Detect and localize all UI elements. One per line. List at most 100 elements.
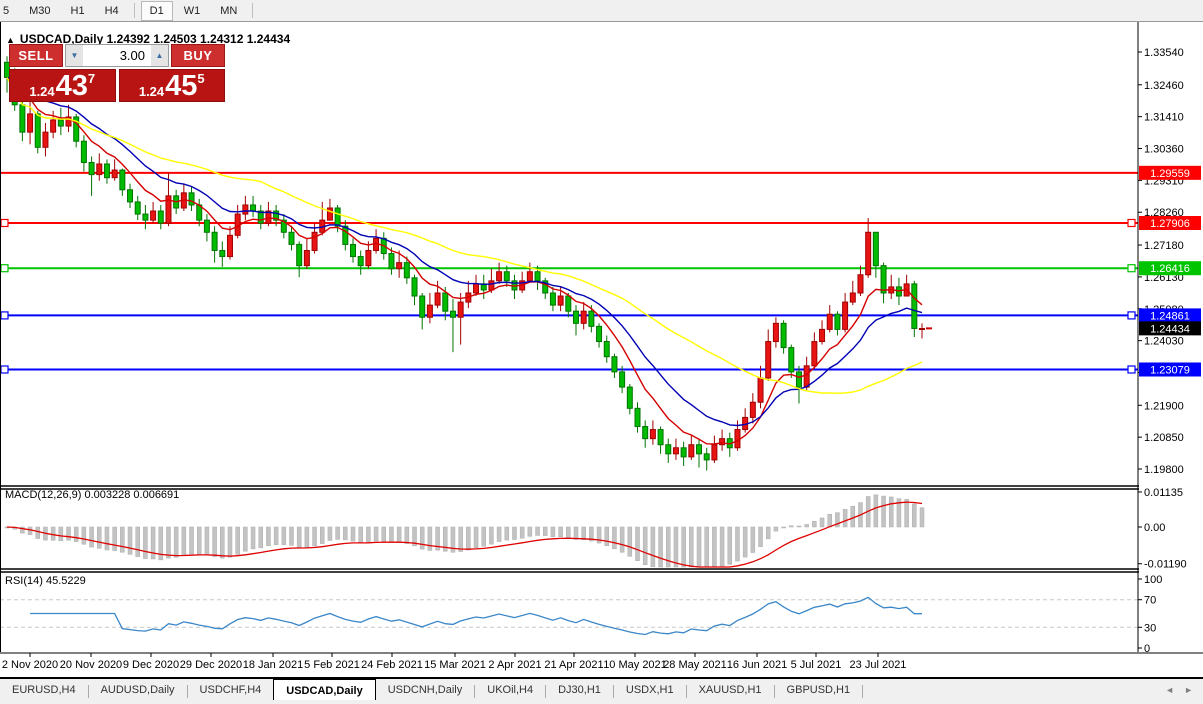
- macd-histogram-bar: [381, 526, 387, 542]
- candle-body: [426, 304, 433, 318]
- time-axis-label: 2 Nov 2020: [2, 659, 58, 671]
- macd-histogram-bar: [804, 524, 809, 528]
- macd-histogram-bar: [658, 526, 663, 568]
- candle-body: [580, 310, 587, 324]
- tab-usdcad-daily[interactable]: USDCAD,Daily: [273, 679, 376, 700]
- volume-decrease-button[interactable]: ▼: [66, 45, 83, 66]
- macd-histogram-bar: [173, 526, 179, 558]
- time-axis-label: 29 Dec 2020: [180, 659, 242, 671]
- macd-histogram-bar: [742, 526, 748, 558]
- candle-body: [657, 429, 664, 446]
- candle-body: [834, 313, 841, 330]
- volume-increase-button[interactable]: ▲: [151, 45, 168, 66]
- timeframe-button-h4[interactable]: H4: [96, 1, 128, 21]
- level-line-handle-left[interactable]: [0, 218, 9, 228]
- sell-price-big: 43: [55, 70, 88, 102]
- candle-body: [127, 189, 134, 203]
- buy-price-prefix: 1.24: [138, 84, 165, 99]
- candle-body: [442, 292, 449, 312]
- tab-eurusd-h4[interactable]: EURUSD,H4: [0, 680, 88, 699]
- level-price-label: 1.27906: [1150, 218, 1190, 230]
- candle-body: [788, 347, 795, 373]
- candle-body: [526, 271, 533, 282]
- tab-xauusd-h1[interactable]: XAUUSD,H1: [687, 680, 774, 699]
- price-axis-tick-label: 1.19800: [1144, 464, 1184, 476]
- spinner-up-icon: ▲: [155, 51, 164, 60]
- price-axis-tick-label: 1.31410: [1144, 112, 1184, 124]
- timeframe-button-h1[interactable]: H1: [62, 1, 94, 21]
- tab-usdchf-h4[interactable]: USDCHF,H4: [188, 680, 274, 699]
- candle-body: [496, 271, 503, 282]
- macd-histogram-bar: [627, 526, 633, 557]
- candle-body: [795, 371, 802, 388]
- level-line-handle-left[interactable]: [0, 311, 9, 320]
- macd-histogram-bar: [258, 526, 263, 549]
- chart-background[interactable]: [0, 22, 1203, 676]
- tab-usdcnh-daily[interactable]: USDCNH,Daily: [376, 680, 475, 699]
- candle-body: [80, 140, 87, 163]
- level-price-label: 1.23079: [1150, 364, 1190, 376]
- chart-area[interactable]: 1.33540 1.32460 1.31410 1.30360 1.29310 1.282…: [0, 22, 1203, 676]
- macd-histogram-bar: [419, 526, 425, 550]
- level-line-handle-right[interactable]: [1127, 311, 1136, 320]
- level-line-handle-left[interactable]: [0, 365, 9, 374]
- candle-body: [88, 161, 95, 176]
- candle-body: [734, 429, 741, 449]
- tab-scroll-right-icon[interactable]: ►: [1184, 685, 1193, 695]
- candle-body: [157, 210, 164, 224]
- macd-histogram-bar: [758, 526, 763, 547]
- candle-body: [696, 444, 703, 455]
- tab-audusd-daily[interactable]: AUDUSD,Daily: [89, 680, 187, 699]
- candle-body: [419, 295, 426, 318]
- timeframe-button-m5[interactable]: 5: [0, 1, 18, 21]
- candle-body: [642, 426, 649, 440]
- macd-histogram-bar: [796, 525, 802, 528]
- macd-histogram-bar: [235, 526, 240, 555]
- buy-button[interactable]: BUY: [171, 44, 225, 67]
- candle-body: [342, 225, 349, 245]
- tab-scroll-left-icon[interactable]: ◄: [1165, 685, 1174, 695]
- level-line-handle-left[interactable]: [0, 264, 9, 273]
- candle-body: [434, 292, 441, 306]
- macd-histogram-bar: [104, 526, 110, 551]
- level-price-label: 1.29559: [1150, 168, 1190, 180]
- macd-histogram-bar: [466, 526, 471, 551]
- tab-usdx-h1[interactable]: USDX,H1: [614, 680, 686, 699]
- macd-histogram-bar: [912, 503, 917, 528]
- volume-input[interactable]: 3.00: [83, 45, 151, 66]
- tab-gbpusd-h1[interactable]: GBPUSD,H1: [775, 680, 863, 699]
- tab-dj30-h1[interactable]: DJ30,H1: [546, 680, 613, 699]
- price-chart-canvas[interactable]: 1.335401.324601.314101.303601.293101.282…: [0, 22, 1203, 676]
- macd-histogram-bar: [558, 526, 563, 537]
- macd-histogram-bar: [873, 494, 879, 528]
- macd-histogram-bar: [842, 509, 848, 528]
- level-line-handle-right[interactable]: [1127, 218, 1136, 228]
- timeframe-button-w1[interactable]: W1: [175, 1, 210, 21]
- macd-histogram-bar: [81, 526, 87, 545]
- candle-body: [219, 249, 226, 258]
- macd-histogram-bar: [427, 526, 433, 551]
- timeframe-button-m30[interactable]: M30: [20, 1, 59, 21]
- macd-histogram-bar: [112, 526, 117, 551]
- toolbar-separator: [252, 3, 254, 18]
- level-line-handle-right[interactable]: [1127, 365, 1136, 374]
- candle-body: [549, 292, 556, 306]
- candle-body: [388, 253, 395, 270]
- macd-histogram-bar: [396, 526, 402, 543]
- buy-price-tile[interactable]: 1.24 45 5: [118, 69, 225, 102]
- level-price-label: 1.24861: [1150, 310, 1190, 322]
- candle-body: [411, 277, 418, 297]
- timeframe-button-mn[interactable]: MN: [211, 1, 246, 21]
- candle-body: [765, 341, 772, 379]
- timeframe-button-d1[interactable]: D1: [140, 0, 173, 21]
- macd-histogram-bar: [358, 526, 363, 543]
- level-line-handle-right[interactable]: [1127, 264, 1136, 273]
- macd-histogram-bar: [781, 526, 786, 529]
- macd-histogram-bar: [243, 526, 248, 552]
- current-price-label: 1.24434: [1150, 323, 1190, 335]
- candle-body: [857, 274, 864, 294]
- macd-histogram-bar: [304, 526, 310, 548]
- tab-ukoil-h4[interactable]: UKOil,H4: [475, 680, 545, 699]
- sell-price-tile[interactable]: 1.24 43 7: [9, 69, 116, 102]
- sell-button[interactable]: SELL: [9, 44, 63, 67]
